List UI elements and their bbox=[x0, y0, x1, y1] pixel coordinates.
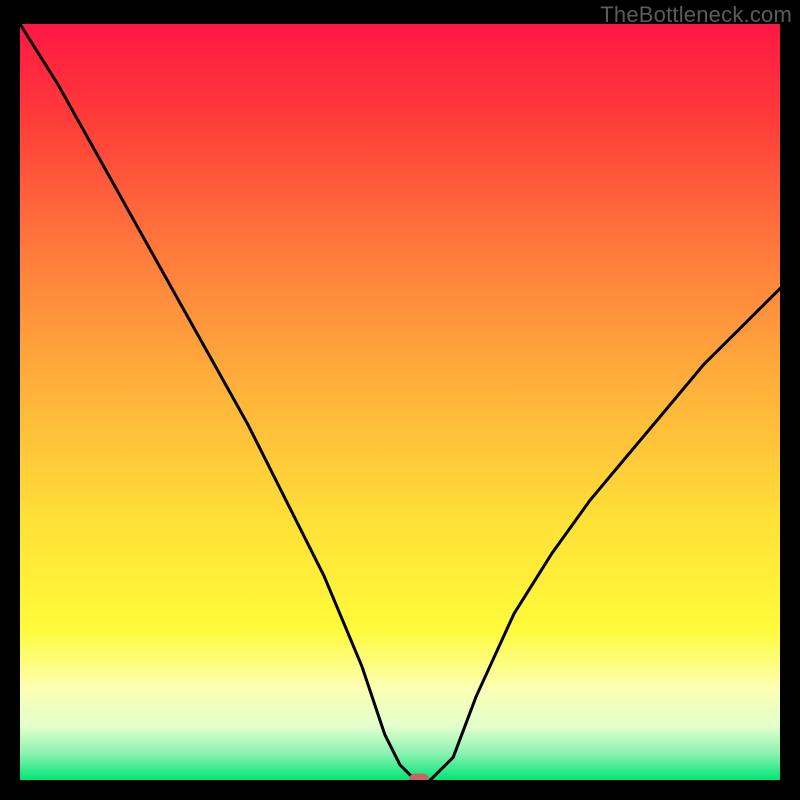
chart-svg bbox=[20, 24, 780, 780]
plot-area bbox=[20, 24, 780, 780]
chart-frame: TheBottleneck.com bbox=[0, 0, 800, 800]
watermark-text: TheBottleneck.com bbox=[600, 2, 792, 28]
gradient-background bbox=[20, 24, 780, 780]
optimal-marker bbox=[409, 774, 429, 781]
